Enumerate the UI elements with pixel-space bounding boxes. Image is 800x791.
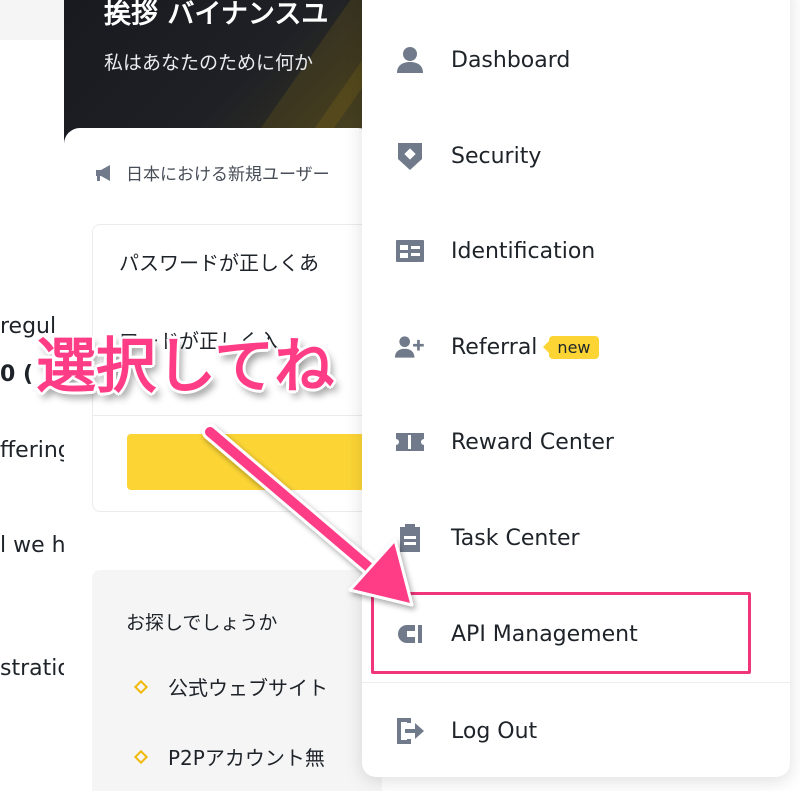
annotation-callout: 選択してね: [36, 332, 335, 402]
